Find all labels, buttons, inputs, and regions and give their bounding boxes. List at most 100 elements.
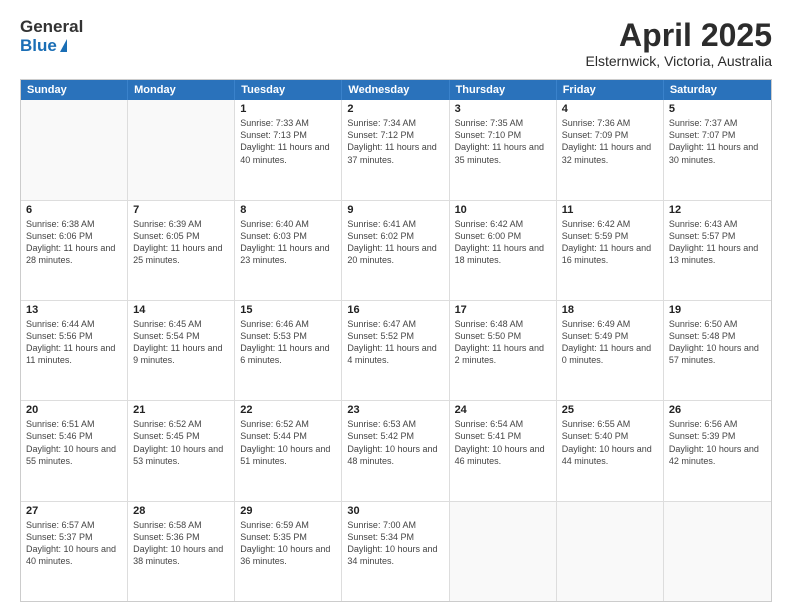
day-number: 12	[669, 204, 766, 216]
cell-info: Sunrise: 6:44 AM Sunset: 5:56 PM Dayligh…	[26, 318, 122, 367]
logo-text: General Blue	[20, 18, 83, 55]
page: General Blue April 2025 Elsternwick, Vic…	[0, 0, 792, 612]
day-cell-5: 5 Sunrise: 7:37 AM Sunset: 7:07 PM Daylig…	[664, 100, 771, 199]
day-cell-24: 24 Sunrise: 6:54 AM Sunset: 5:41 PM Dayli…	[450, 401, 557, 500]
cell-info: Sunrise: 7:37 AM Sunset: 7:07 PM Dayligh…	[669, 117, 766, 166]
calendar-location: Elsternwick, Victoria, Australia	[586, 53, 772, 69]
day-number: 2	[347, 103, 443, 115]
cell-info: Sunrise: 6:54 AM Sunset: 5:41 PM Dayligh…	[455, 418, 551, 467]
header-day-thursday: Thursday	[450, 80, 557, 100]
cell-info: Sunrise: 6:41 AM Sunset: 6:02 PM Dayligh…	[347, 218, 443, 267]
day-number: 22	[240, 404, 336, 416]
header-day-wednesday: Wednesday	[342, 80, 449, 100]
cell-info: Sunrise: 6:45 AM Sunset: 5:54 PM Dayligh…	[133, 318, 229, 367]
day-number: 4	[562, 103, 658, 115]
day-cell-27: 27Sunrise: 6:57 AM Sunset: 5:37 PM Dayli…	[21, 502, 128, 601]
cell-info: Sunrise: 6:42 AM Sunset: 5:59 PM Dayligh…	[562, 218, 658, 267]
day-cell-17: 17 Sunrise: 6:48 AM Sunset: 5:50 PM Dayli…	[450, 301, 557, 400]
day-number: 3	[455, 103, 551, 115]
calendar-week-1: 1 Sunrise: 7:33 AM Sunset: 7:13 PM Daylig…	[21, 100, 771, 199]
cell-info: Sunrise: 6:39 AM Sunset: 6:05 PM Dayligh…	[133, 218, 229, 267]
cell-info: Sunrise: 7:35 AM Sunset: 7:10 PM Dayligh…	[455, 117, 551, 166]
day-number: 20	[26, 404, 122, 416]
calendar-week-4: 20 Sunrise: 6:51 AM Sunset: 5:46 PM Dayli…	[21, 400, 771, 500]
day-cell-18: 18Sunrise: 6:49 AM Sunset: 5:49 PM Dayli…	[557, 301, 664, 400]
cell-info: Sunrise: 6:46 AM Sunset: 5:53 PM Dayligh…	[240, 318, 336, 367]
day-cell-21: 21 Sunrise: 6:52 AM Sunset: 5:45 PM Dayli…	[128, 401, 235, 500]
day-number: 24	[455, 404, 551, 416]
day-number: 21	[133, 404, 229, 416]
cell-info: Sunrise: 6:58 AM Sunset: 5:36 PM Dayligh…	[133, 519, 229, 568]
cell-info: Sunrise: 6:52 AM Sunset: 5:44 PM Dayligh…	[240, 418, 336, 467]
cell-info: Sunrise: 6:56 AM Sunset: 5:39 PM Dayligh…	[669, 418, 766, 467]
day-cell-10: 10Sunrise: 6:42 AM Sunset: 6:00 PM Dayli…	[450, 201, 557, 300]
cell-info: Sunrise: 6:59 AM Sunset: 5:35 PM Dayligh…	[240, 519, 336, 568]
day-cell-13: 13 Sunrise: 6:44 AM Sunset: 5:56 PM Dayli…	[21, 301, 128, 400]
calendar-week-2: 6 Sunrise: 6:38 AM Sunset: 6:06 PM Daylig…	[21, 200, 771, 300]
empty-cell	[557, 502, 664, 601]
title-block: April 2025 Elsternwick, Victoria, Austra…	[586, 18, 772, 69]
header-day-monday: Monday	[128, 80, 235, 100]
empty-cell	[664, 502, 771, 601]
day-number: 23	[347, 404, 443, 416]
header-day-saturday: Saturday	[664, 80, 771, 100]
day-cell-22: 22 Sunrise: 6:52 AM Sunset: 5:44 PM Dayli…	[235, 401, 342, 500]
cell-info: Sunrise: 6:43 AM Sunset: 5:57 PM Dayligh…	[669, 218, 766, 267]
cell-info: Sunrise: 7:34 AM Sunset: 7:12 PM Dayligh…	[347, 117, 443, 166]
day-number: 30	[347, 505, 443, 517]
cell-info: Sunrise: 6:52 AM Sunset: 5:45 PM Dayligh…	[133, 418, 229, 467]
cell-info: Sunrise: 6:55 AM Sunset: 5:40 PM Dayligh…	[562, 418, 658, 467]
day-cell-29: 29 Sunrise: 6:59 AM Sunset: 5:35 PM Dayli…	[235, 502, 342, 601]
cell-info: Sunrise: 6:51 AM Sunset: 5:46 PM Dayligh…	[26, 418, 122, 467]
day-number: 13	[26, 304, 122, 316]
day-cell-2: 2 Sunrise: 7:34 AM Sunset: 7:12 PM Daylig…	[342, 100, 449, 199]
cell-info: Sunrise: 6:40 AM Sunset: 6:03 PM Dayligh…	[240, 218, 336, 267]
day-cell-1: 1 Sunrise: 7:33 AM Sunset: 7:13 PM Daylig…	[235, 100, 342, 199]
header-day-tuesday: Tuesday	[235, 80, 342, 100]
day-cell-7: 7 Sunrise: 6:39 AM Sunset: 6:05 PM Daylig…	[128, 201, 235, 300]
day-number: 15	[240, 304, 336, 316]
cell-info: Sunrise: 6:38 AM Sunset: 6:06 PM Dayligh…	[26, 218, 122, 267]
day-cell-28: 28Sunrise: 6:58 AM Sunset: 5:36 PM Dayli…	[128, 502, 235, 601]
day-number: 17	[455, 304, 551, 316]
logo-general: General	[20, 18, 83, 37]
day-number: 6	[26, 204, 122, 216]
day-cell-12: 12 Sunrise: 6:43 AM Sunset: 5:57 PM Dayli…	[664, 201, 771, 300]
day-number: 1	[240, 103, 336, 115]
day-cell-11: 11 Sunrise: 6:42 AM Sunset: 5:59 PM Dayli…	[557, 201, 664, 300]
day-number: 9	[347, 204, 443, 216]
day-cell-23: 23 Sunrise: 6:53 AM Sunset: 5:42 PM Dayli…	[342, 401, 449, 500]
logo-triangle-icon	[60, 39, 67, 52]
day-number: 29	[240, 505, 336, 517]
cell-info: Sunrise: 7:36 AM Sunset: 7:09 PM Dayligh…	[562, 117, 658, 166]
day-number: 25	[562, 404, 658, 416]
day-cell-9: 9 Sunrise: 6:41 AM Sunset: 6:02 PM Daylig…	[342, 201, 449, 300]
day-cell-3: 3 Sunrise: 7:35 AM Sunset: 7:10 PM Daylig…	[450, 100, 557, 199]
empty-cell	[21, 100, 128, 199]
day-number: 11	[562, 204, 658, 216]
cell-info: Sunrise: 6:48 AM Sunset: 5:50 PM Dayligh…	[455, 318, 551, 367]
calendar-week-3: 13 Sunrise: 6:44 AM Sunset: 5:56 PM Dayli…	[21, 300, 771, 400]
cell-info: Sunrise: 6:53 AM Sunset: 5:42 PM Dayligh…	[347, 418, 443, 467]
day-number: 5	[669, 103, 766, 115]
header-day-sunday: Sunday	[21, 80, 128, 100]
day-cell-6: 6 Sunrise: 6:38 AM Sunset: 6:06 PM Daylig…	[21, 201, 128, 300]
header-day-friday: Friday	[557, 80, 664, 100]
empty-cell	[128, 100, 235, 199]
logo-blue: Blue	[20, 37, 83, 56]
calendar-title: April 2025	[586, 18, 772, 53]
header: General Blue April 2025 Elsternwick, Vic…	[20, 18, 772, 69]
day-number: 10	[455, 204, 551, 216]
calendar-body: 1 Sunrise: 7:33 AM Sunset: 7:13 PM Daylig…	[21, 100, 771, 601]
day-cell-19: 19Sunrise: 6:50 AM Sunset: 5:48 PM Dayli…	[664, 301, 771, 400]
cell-info: Sunrise: 6:50 AM Sunset: 5:48 PM Dayligh…	[669, 318, 766, 367]
day-cell-25: 25 Sunrise: 6:55 AM Sunset: 5:40 PM Dayli…	[557, 401, 664, 500]
calendar-week-5: 27Sunrise: 6:57 AM Sunset: 5:37 PM Dayli…	[21, 501, 771, 601]
day-number: 7	[133, 204, 229, 216]
day-cell-8: 8 Sunrise: 6:40 AM Sunset: 6:03 PM Daylig…	[235, 201, 342, 300]
day-number: 8	[240, 204, 336, 216]
cell-info: Sunrise: 7:33 AM Sunset: 7:13 PM Dayligh…	[240, 117, 336, 166]
day-cell-15: 15 Sunrise: 6:46 AM Sunset: 5:53 PM Dayli…	[235, 301, 342, 400]
day-cell-4: 4 Sunrise: 7:36 AM Sunset: 7:09 PM Daylig…	[557, 100, 664, 199]
day-cell-14: 14Sunrise: 6:45 AM Sunset: 5:54 PM Dayli…	[128, 301, 235, 400]
